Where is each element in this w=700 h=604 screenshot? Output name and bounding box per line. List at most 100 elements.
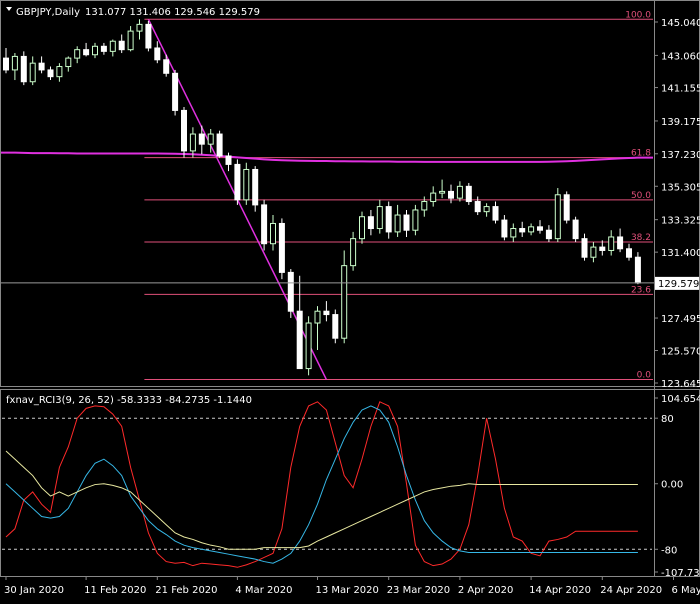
candle[interactable] (413, 205, 418, 235)
candle[interactable] (244, 163, 249, 205)
candle[interactable] (30, 56, 35, 85)
candle[interactable] (128, 26, 133, 51)
candle[interactable] (582, 234, 587, 261)
candle[interactable] (173, 70, 178, 116)
rci-long-line[interactable] (6, 451, 638, 549)
candle[interactable] (306, 316, 311, 375)
candle-body (208, 134, 213, 144)
candle[interactable] (493, 202, 498, 224)
candle-body (182, 110, 187, 150)
indicator-label: fxnav_RCI3(9, 26, 52) -58.3333 -84.2735 … (6, 395, 252, 406)
candle-body (190, 134, 195, 151)
candle[interactable] (342, 250, 347, 343)
candle-body (119, 41, 124, 49)
candle[interactable] (440, 180, 445, 199)
candle-body (66, 58, 71, 66)
candle-body (538, 227, 543, 230)
candle[interactable] (137, 19, 142, 39)
candle[interactable] (591, 242, 596, 262)
candle[interactable] (315, 306, 320, 350)
candle[interactable] (395, 205, 400, 237)
candle[interactable] (262, 200, 267, 251)
candle[interactable] (333, 310, 338, 344)
candle[interactable] (404, 210, 409, 237)
candle[interactable] (511, 223, 516, 242)
candle[interactable] (546, 225, 551, 242)
indicator-panel[interactable]: fxnav_RCI3(9, 26, 52) -58.3333 -84.2735 … (2, 395, 652, 567)
candle[interactable] (226, 153, 231, 172)
candle[interactable] (155, 41, 160, 63)
candle-body (368, 217, 373, 229)
candle[interactable] (475, 196, 480, 215)
candle[interactable] (377, 200, 382, 234)
candle[interactable] (217, 131, 222, 158)
candle[interactable] (360, 212, 365, 244)
candle[interactable] (12, 53, 17, 80)
candle[interactable] (431, 186, 436, 206)
candle[interactable] (84, 43, 89, 56)
candle[interactable] (484, 203, 489, 216)
candle-body (75, 50, 80, 58)
candle[interactable] (457, 181, 462, 201)
candle[interactable] (520, 222, 525, 237)
candle[interactable] (253, 166, 258, 212)
candle[interactable] (66, 56, 71, 71)
candle[interactable] (279, 218, 284, 279)
candle-body (4, 58, 9, 70)
candle[interactable] (600, 240, 605, 255)
price-axis-label: 141.155 (661, 84, 700, 95)
candle[interactable] (119, 34, 124, 53)
candle[interactable] (182, 107, 187, 158)
dropdown-arrow-icon[interactable] (6, 7, 12, 11)
candle-body (484, 207, 489, 212)
candle-body (351, 239, 356, 266)
candle[interactable] (466, 183, 471, 205)
time-axis-label: 11 Feb 2020 (84, 585, 146, 596)
candle[interactable] (48, 67, 53, 80)
candle[interactable] (324, 301, 329, 321)
candle[interactable] (4, 48, 9, 73)
candle[interactable] (57, 63, 62, 82)
candle[interactable] (573, 217, 578, 242)
candle[interactable] (627, 244, 632, 261)
symbol-timeframe-label: GBPJPY,Daily (16, 7, 80, 18)
candle[interactable] (351, 232, 356, 271)
candle[interactable] (449, 185, 454, 204)
candle[interactable] (609, 230, 614, 255)
candle[interactable] (635, 252, 640, 284)
time-axis-label: 23 Mar 2020 (387, 585, 450, 596)
candle-body (422, 202, 427, 210)
chart-window[interactable]: 100.061.850.038.223.60.0 fxnav_RCI3(9, 2… (0, 0, 700, 600)
candle[interactable] (368, 210, 373, 235)
candle[interactable] (271, 215, 276, 250)
candle[interactable] (21, 51, 26, 85)
candle[interactable] (190, 127, 195, 157)
candle[interactable] (288, 269, 293, 318)
candle[interactable] (146, 21, 151, 51)
candle-body (271, 223, 276, 243)
candle-body (564, 195, 569, 220)
candle[interactable] (110, 40, 115, 57)
candle[interactable] (297, 276, 302, 369)
overlay: GBPJPY,Daily 131.077 131.406 129.546 129.… (6, 7, 260, 18)
ohlc-values: 131.077 131.406 129.546 129.579 (85, 7, 260, 18)
candle[interactable] (502, 215, 507, 240)
price-axis-label: 145.040 (661, 18, 700, 29)
candle[interactable] (39, 56, 44, 73)
candle[interactable] (618, 229, 623, 253)
candle[interactable] (538, 220, 543, 233)
candle[interactable] (555, 188, 560, 242)
candle-body (324, 311, 329, 314)
candle-body (217, 134, 222, 156)
candle[interactable] (235, 159, 240, 205)
candle[interactable] (93, 43, 98, 58)
candle-body (591, 247, 596, 257)
candle[interactable] (101, 43, 106, 55)
candle[interactable] (529, 223, 534, 235)
candle-body (342, 266, 347, 339)
price-panel[interactable]: 100.061.850.038.223.60.0 (0, 10, 654, 380)
candle[interactable] (564, 191, 569, 223)
candle[interactable] (75, 46, 80, 63)
candle[interactable] (386, 202, 391, 239)
candle-body (635, 257, 640, 283)
